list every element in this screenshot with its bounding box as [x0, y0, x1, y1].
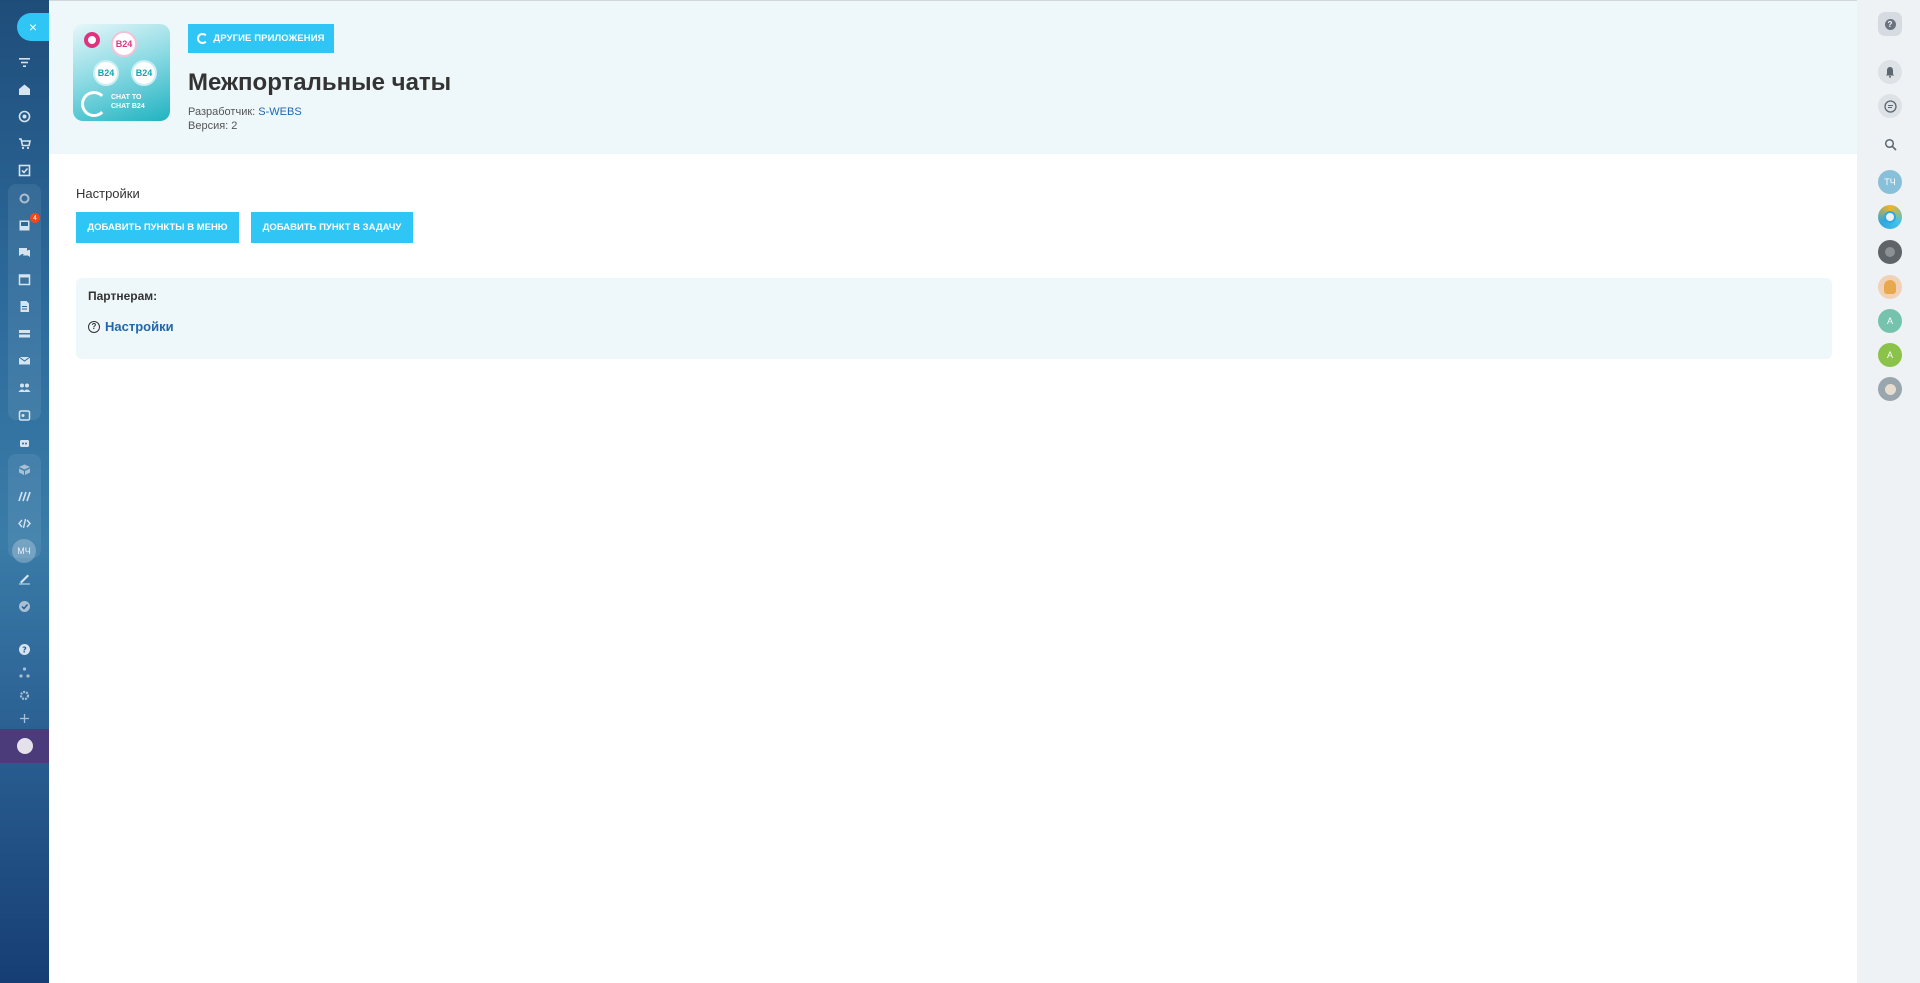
contact-avatar[interactable]: ТЧ [1878, 170, 1902, 194]
main-content: B24 B24 B24 CHAT TO CHAT B24 ДРУГИЕ ПРИЛ… [49, 0, 1857, 983]
document-icon[interactable] [17, 299, 31, 313]
check-circle-icon[interactable] [17, 599, 31, 613]
cart-icon[interactable] [17, 136, 31, 150]
help-button[interactable]: ? [1878, 12, 1902, 36]
contact-avatar[interactable]: А [1878, 309, 1902, 333]
checkbox-icon[interactable] [17, 163, 31, 177]
notifications-button[interactable] [1878, 60, 1902, 84]
logo-avatar-icon [1884, 211, 1896, 223]
add-task-item-button[interactable]: ДОБАВИТЬ ПУНКТ В ЗАДАЧУ [251, 212, 413, 243]
developer-link[interactable]: S-WEBS [258, 106, 301, 118]
contact-avatar[interactable] [1878, 240, 1902, 264]
crm-icon[interactable] [17, 191, 31, 205]
drive-icon[interactable] [17, 326, 31, 340]
gear-icon [84, 32, 100, 48]
apps-swirl-icon [197, 33, 209, 44]
filter-icon[interactable] [17, 55, 31, 69]
person-photo-icon [1884, 383, 1896, 395]
app-header: B24 B24 B24 CHAT TO CHAT B24 ДРУГИЕ ПРИЛ… [49, 0, 1857, 154]
gear-icon[interactable] [17, 688, 31, 702]
notification-badge: 4 [30, 213, 40, 223]
help-icon[interactable]: ? [17, 642, 31, 656]
left-menu: × 4 МЧ ? [0, 0, 49, 983]
group-icon[interactable] [17, 380, 31, 394]
add-menu-items-button[interactable]: ДОБАВИТЬ ПУНКТЫ В МЕНЮ [76, 212, 239, 243]
partners-settings-link[interactable]: Настройки [105, 319, 174, 334]
chat-icon[interactable] [17, 245, 31, 259]
settings-heading: Настройки [76, 186, 140, 201]
partners-title: Партнерам: [88, 289, 158, 303]
inbox-icon[interactable] [17, 218, 31, 232]
b24-badge: B24 [111, 31, 137, 57]
plus-icon[interactable] [17, 711, 31, 725]
page-title: Межпортальные чаты [188, 69, 452, 96]
robot-icon[interactable] [17, 435, 31, 449]
partners-settings-link-row: ? Настройки [88, 319, 174, 334]
svg-text:?: ? [22, 645, 27, 654]
target-icon[interactable] [17, 109, 31, 123]
person-photo-icon [1885, 247, 1895, 257]
search-button[interactable] [1878, 132, 1902, 156]
b24-badge: B24 [93, 60, 119, 86]
mail-icon[interactable] [17, 353, 31, 367]
calendar-icon[interactable] [17, 272, 31, 286]
right-sidebar: ? ТЧ А А [1857, 0, 1920, 983]
developer-line: Разработчик: S-WEBS [188, 106, 302, 118]
contact-avatar[interactable]: А [1878, 343, 1902, 367]
messenger-button[interactable] [1878, 94, 1902, 118]
code-icon[interactable] [17, 516, 31, 530]
app-logo: B24 B24 B24 CHAT TO CHAT B24 [73, 24, 170, 121]
contact-center-icon[interactable] [17, 408, 31, 422]
market-icon [16, 738, 33, 754]
person-illustration-icon [1884, 280, 1896, 294]
other-apps-button[interactable]: ДРУГИЕ ПРИЛОЖЕНИЯ [188, 24, 334, 53]
house-icon[interactable] [17, 82, 31, 96]
pen-icon[interactable] [17, 571, 31, 585]
store-icon[interactable] [17, 462, 31, 476]
help-icon: ? [1884, 18, 1896, 30]
contact-avatar[interactable] [1878, 275, 1902, 299]
sitemap-icon[interactable] [17, 665, 31, 679]
partners-panel: Партнерам: ? Настройки [76, 278, 1832, 359]
version-line: Версия: 2 [188, 120, 238, 132]
contact-avatar[interactable] [1878, 205, 1902, 229]
b24-badge: B24 [131, 60, 157, 86]
user-avatar[interactable]: МЧ [12, 539, 36, 563]
message-icon [1883, 99, 1897, 113]
bell-icon [1886, 67, 1894, 78]
close-menu-button[interactable]: × [17, 13, 49, 41]
question-circle-icon: ? [88, 320, 100, 333]
market-button[interactable] [0, 729, 49, 763]
contact-avatar[interactable] [1878, 377, 1902, 401]
swirl-icon [81, 91, 107, 117]
search-icon [1884, 138, 1897, 151]
logo-caption: CHAT TO CHAT B24 [111, 94, 145, 110]
analytics-icon[interactable] [17, 489, 31, 503]
